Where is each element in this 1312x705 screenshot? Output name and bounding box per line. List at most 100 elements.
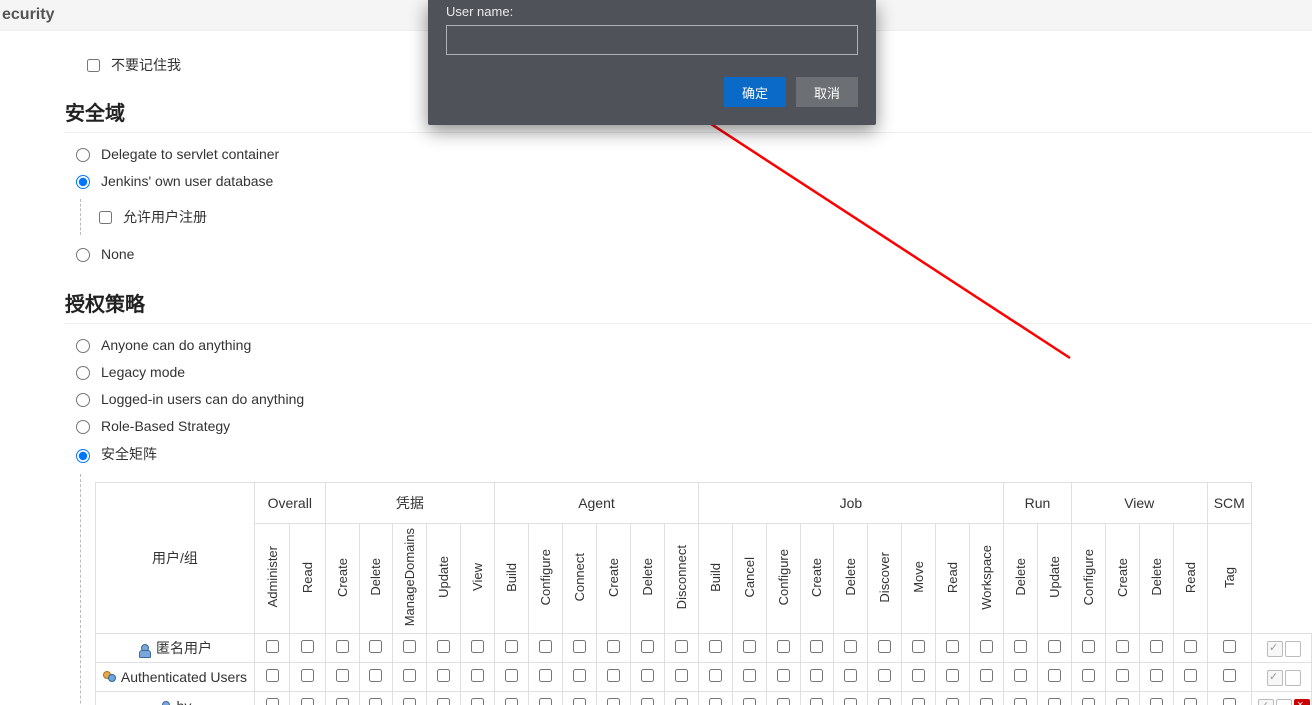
- perm-checkbox[interactable]: [1184, 669, 1197, 682]
- modal-ok-button[interactable]: 确定: [724, 77, 786, 107]
- authz-option-anyone[interactable]: Anyone can do anything: [71, 336, 1312, 353]
- perm-checkbox[interactable]: [301, 698, 314, 705]
- perm-checkbox[interactable]: [980, 640, 993, 653]
- perm-checkbox[interactable]: [403, 698, 416, 705]
- perm-checkbox[interactable]: [1014, 669, 1027, 682]
- authz-radio-rolebased[interactable]: [76, 420, 90, 434]
- perm-checkbox[interactable]: [437, 698, 450, 705]
- realm-option-servlet[interactable]: Delegate to servlet container: [71, 145, 1312, 162]
- perm-checkbox[interactable]: [437, 669, 450, 682]
- perm-checkbox[interactable]: [505, 698, 518, 705]
- perm-checkbox[interactable]: [266, 698, 279, 705]
- perm-checkbox[interactable]: [1150, 640, 1163, 653]
- perm-checkbox[interactable]: [539, 669, 552, 682]
- perm-checkbox[interactable]: [1223, 669, 1236, 682]
- perm-checkbox[interactable]: [709, 698, 722, 705]
- perm-checkbox[interactable]: [301, 640, 314, 653]
- perm-checkbox[interactable]: [1223, 698, 1236, 705]
- perm-checkbox[interactable]: [709, 669, 722, 682]
- perm-checkbox[interactable]: [471, 698, 484, 705]
- perm-checkbox[interactable]: [777, 698, 790, 705]
- perm-checkbox[interactable]: [912, 669, 925, 682]
- modal-username-input[interactable]: [446, 25, 858, 55]
- perm-checkbox[interactable]: [743, 640, 756, 653]
- select-all-icon[interactable]: [1267, 670, 1283, 686]
- perm-checkbox[interactable]: [1082, 640, 1095, 653]
- allow-signup-row[interactable]: 允许用户注册: [95, 207, 1312, 227]
- perm-checkbox[interactable]: [946, 640, 959, 653]
- perm-checkbox[interactable]: [810, 698, 823, 705]
- perm-checkbox[interactable]: [743, 698, 756, 705]
- authz-option-matrix[interactable]: 安全矩阵: [71, 444, 1312, 464]
- authz-radio-matrix[interactable]: [76, 449, 90, 463]
- authz-option-legacy[interactable]: Legacy mode: [71, 363, 1312, 380]
- perm-checkbox[interactable]: [946, 698, 959, 705]
- perm-checkbox[interactable]: [1082, 698, 1095, 705]
- perm-checkbox[interactable]: [1184, 640, 1197, 653]
- perm-checkbox[interactable]: [878, 698, 891, 705]
- perm-checkbox[interactable]: [505, 669, 518, 682]
- perm-checkbox[interactable]: [844, 640, 857, 653]
- authz-radio-anyone[interactable]: [76, 339, 90, 353]
- perm-checkbox[interactable]: [844, 698, 857, 705]
- perm-checkbox[interactable]: [1116, 640, 1129, 653]
- perm-checkbox[interactable]: [539, 640, 552, 653]
- perm-checkbox[interactable]: [675, 669, 688, 682]
- authz-radio-loggedin[interactable]: [76, 393, 90, 407]
- perm-checkbox[interactable]: [573, 669, 586, 682]
- disable-remember-checkbox[interactable]: [87, 59, 100, 72]
- perm-checkbox[interactable]: [607, 669, 620, 682]
- modal-cancel-button[interactable]: 取消: [796, 77, 858, 107]
- perm-checkbox[interactable]: [437, 640, 450, 653]
- perm-checkbox[interactable]: [810, 640, 823, 653]
- perm-checkbox[interactable]: [573, 698, 586, 705]
- perm-checkbox[interactable]: [1184, 698, 1197, 705]
- unselect-all-icon[interactable]: [1276, 699, 1292, 705]
- perm-checkbox[interactable]: [777, 669, 790, 682]
- perm-checkbox[interactable]: [1048, 640, 1061, 653]
- perm-checkbox[interactable]: [878, 640, 891, 653]
- unselect-all-icon[interactable]: [1285, 641, 1301, 657]
- perm-checkbox[interactable]: [1014, 698, 1027, 705]
- perm-checkbox[interactable]: [980, 698, 993, 705]
- authz-option-loggedin[interactable]: Logged-in users can do anything: [71, 390, 1312, 407]
- perm-checkbox[interactable]: [1048, 698, 1061, 705]
- perm-checkbox[interactable]: [777, 640, 790, 653]
- perm-checkbox[interactable]: [912, 698, 925, 705]
- perm-checkbox[interactable]: [980, 669, 993, 682]
- perm-checkbox[interactable]: [1082, 669, 1095, 682]
- perm-checkbox[interactable]: [878, 669, 891, 682]
- perm-checkbox[interactable]: [1150, 669, 1163, 682]
- perm-checkbox[interactable]: [301, 669, 314, 682]
- perm-checkbox[interactable]: [266, 669, 279, 682]
- unselect-all-icon[interactable]: [1285, 670, 1301, 686]
- select-all-icon[interactable]: [1267, 641, 1283, 657]
- perm-checkbox[interactable]: [743, 669, 756, 682]
- select-all-icon[interactable]: [1258, 699, 1274, 705]
- perm-checkbox[interactable]: [1116, 669, 1129, 682]
- realm-radio-none[interactable]: [76, 248, 90, 262]
- perm-checkbox[interactable]: [336, 698, 349, 705]
- perm-checkbox[interactable]: [471, 640, 484, 653]
- perm-checkbox[interactable]: [675, 698, 688, 705]
- perm-checkbox[interactable]: [505, 640, 518, 653]
- perm-checkbox[interactable]: [607, 640, 620, 653]
- perm-checkbox[interactable]: [471, 669, 484, 682]
- perm-checkbox[interactable]: [1150, 698, 1163, 705]
- perm-checkbox[interactable]: [1116, 698, 1129, 705]
- perm-checkbox[interactable]: [607, 698, 620, 705]
- realm-radio-jenkins[interactable]: [76, 175, 90, 189]
- perm-checkbox[interactable]: [539, 698, 552, 705]
- perm-checkbox[interactable]: [641, 640, 654, 653]
- perm-checkbox[interactable]: [369, 669, 382, 682]
- realm-option-jenkins[interactable]: Jenkins' own user database: [71, 172, 1312, 189]
- perm-checkbox[interactable]: [573, 640, 586, 653]
- perm-checkbox[interactable]: [641, 698, 654, 705]
- perm-checkbox[interactable]: [336, 669, 349, 682]
- perm-checkbox[interactable]: [403, 640, 416, 653]
- perm-checkbox[interactable]: [1048, 669, 1061, 682]
- perm-checkbox[interactable]: [912, 640, 925, 653]
- perm-checkbox[interactable]: [844, 669, 857, 682]
- perm-checkbox[interactable]: [403, 669, 416, 682]
- perm-checkbox[interactable]: [1014, 640, 1027, 653]
